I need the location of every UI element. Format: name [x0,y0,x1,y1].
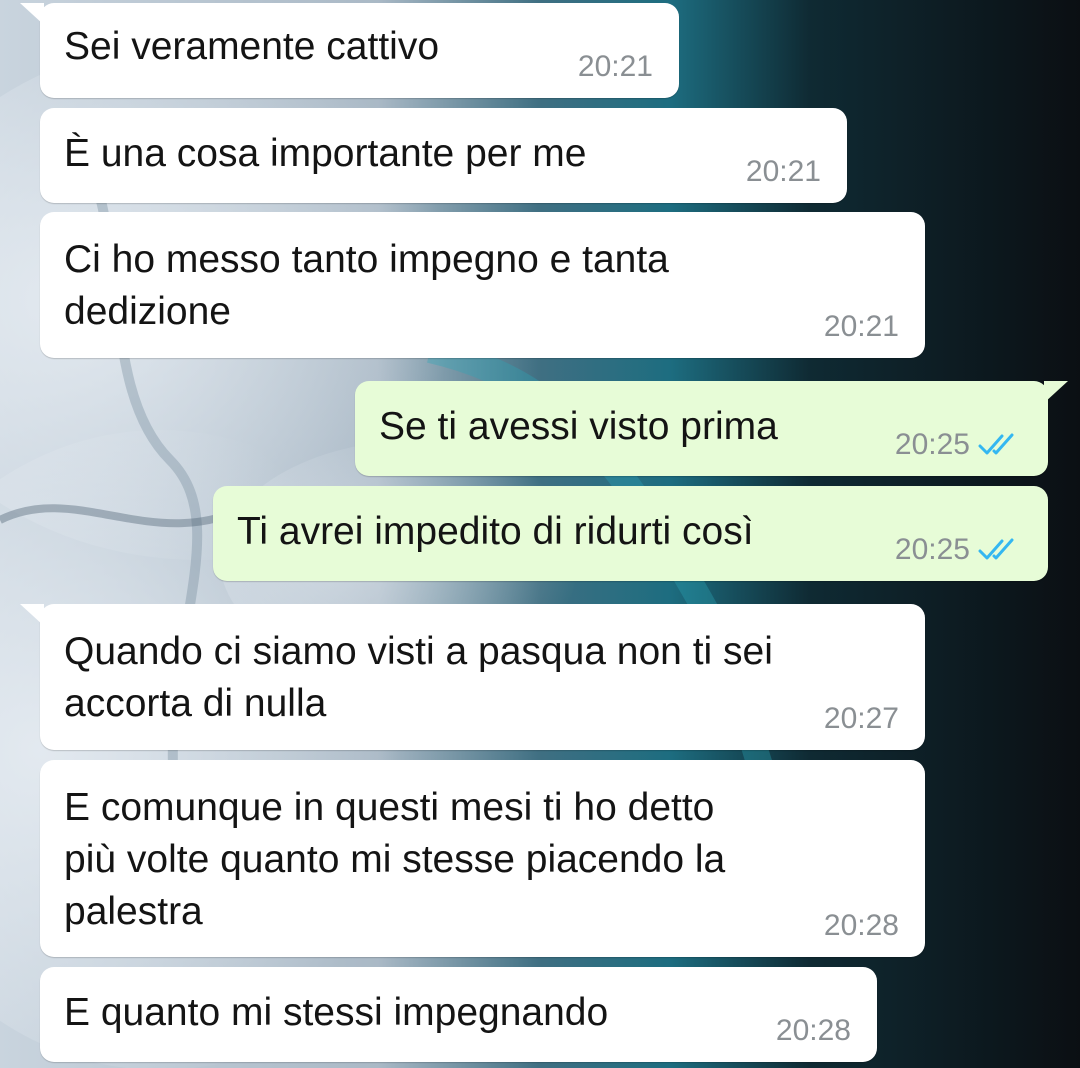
message-text: È una cosa importante per me [64,132,587,175]
message-bubble-incoming[interactable]: E quanto mi stessi impegnando 20:28 [40,967,877,1062]
double-check-icon [978,538,1014,560]
message-meta: 20:25 [895,533,1022,567]
bubble-tail [1044,381,1068,403]
bubble-tail [20,604,44,626]
message-bubble-outgoing[interactable]: Se ti avessi visto prima 20:25 [355,381,1068,476]
message-bubble-incoming[interactable]: Sei veramente cattivo 20:21 [20,3,679,98]
message-text: E quanto mi stessi impegnando [64,991,609,1034]
message-meta: 20:27 [824,702,899,736]
message-meta: 20:21 [578,50,653,84]
message-bubble-incoming[interactable]: È una cosa importante per me 20:21 [40,108,847,203]
message-meta: 20:28 [776,1014,851,1048]
message-bubble-outgoing[interactable]: Ti avrei impedito di ridurti così 20:25 [213,486,1048,581]
message-meta: 20:21 [746,155,821,189]
message-time: 20:21 [577,50,653,83]
message-text: E comunque in questi mesi ti ho detto pi… [64,786,726,933]
message-meta: 20:28 [824,909,899,943]
message-text: Sei veramente cattivo [64,25,440,68]
bubble-tail [20,3,44,25]
message-time: 20:25 [894,533,970,566]
message-text: Se ti avessi visto prima [379,405,778,448]
message-time: 20:28 [823,909,899,942]
message-time: 20:27 [823,702,899,735]
message-bubble-incoming[interactable]: Ci ho messo tanto impegno e tanta dedizi… [40,212,925,358]
message-bubble-incoming[interactable]: E comunque in questi mesi ti ho detto pi… [40,760,925,957]
message-time: 20:28 [775,1014,851,1047]
message-meta: 20:25 [895,428,1022,462]
double-check-icon [978,433,1014,455]
message-time: 20:21 [745,155,821,188]
message-time: 20:21 [823,310,899,343]
message-bubble-incoming[interactable]: Quando ci siamo visti a pasqua non ti se… [20,604,925,750]
message-meta: 20:21 [824,310,899,344]
message-time: 20:25 [894,428,970,461]
message-text: Quando ci siamo visti a pasqua non ti se… [64,630,773,725]
message-text: Ci ho messo tanto impegno e tanta dedizi… [64,238,669,333]
message-text: Ti avrei impedito di ridurti così [237,510,754,553]
